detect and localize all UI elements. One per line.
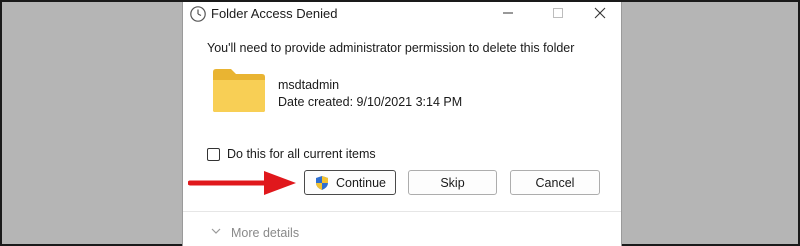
skip-button[interactable]: Skip [408,170,497,195]
cancel-button[interactable]: Cancel [510,170,600,195]
apply-to-all-checkbox[interactable] [207,147,220,161]
folder-date-created: Date created: 9/10/2021 3:14 PM [278,95,463,109]
maximize-button [535,2,581,28]
close-button[interactable] [577,2,621,28]
uac-shield-icon [314,175,330,191]
screenshot-frame: Folder Access Denied You'll need to prov… [0,0,800,246]
close-icon [594,6,606,24]
continue-button[interactable]: Continue [304,170,396,195]
clock-icon [189,5,207,23]
minimize-button[interactable] [485,2,531,28]
folder-icon [211,66,267,114]
folder-access-denied-dialog: Folder Access Denied You'll need to prov… [182,2,622,246]
continue-label: Continue [335,175,387,190]
more-details-toggle[interactable]: More details [210,224,299,242]
red-arrow-annotation [187,169,298,197]
permission-message: You'll need to provide administrator per… [207,41,575,55]
title-bar[interactable]: Folder Access Denied [183,2,621,28]
more-details-label: More details [231,226,300,240]
folder-name: msdtadmin [278,78,340,92]
maximize-icon [552,6,564,24]
minimize-icon [502,6,514,24]
apply-to-all-label[interactable]: Do this for all current items [227,147,376,161]
footer-divider [183,211,621,212]
window-title: Folder Access Denied [211,6,338,21]
chevron-down-icon [210,224,222,242]
apply-to-all-checkbox-row[interactable]: Do this for all current items [207,146,376,162]
